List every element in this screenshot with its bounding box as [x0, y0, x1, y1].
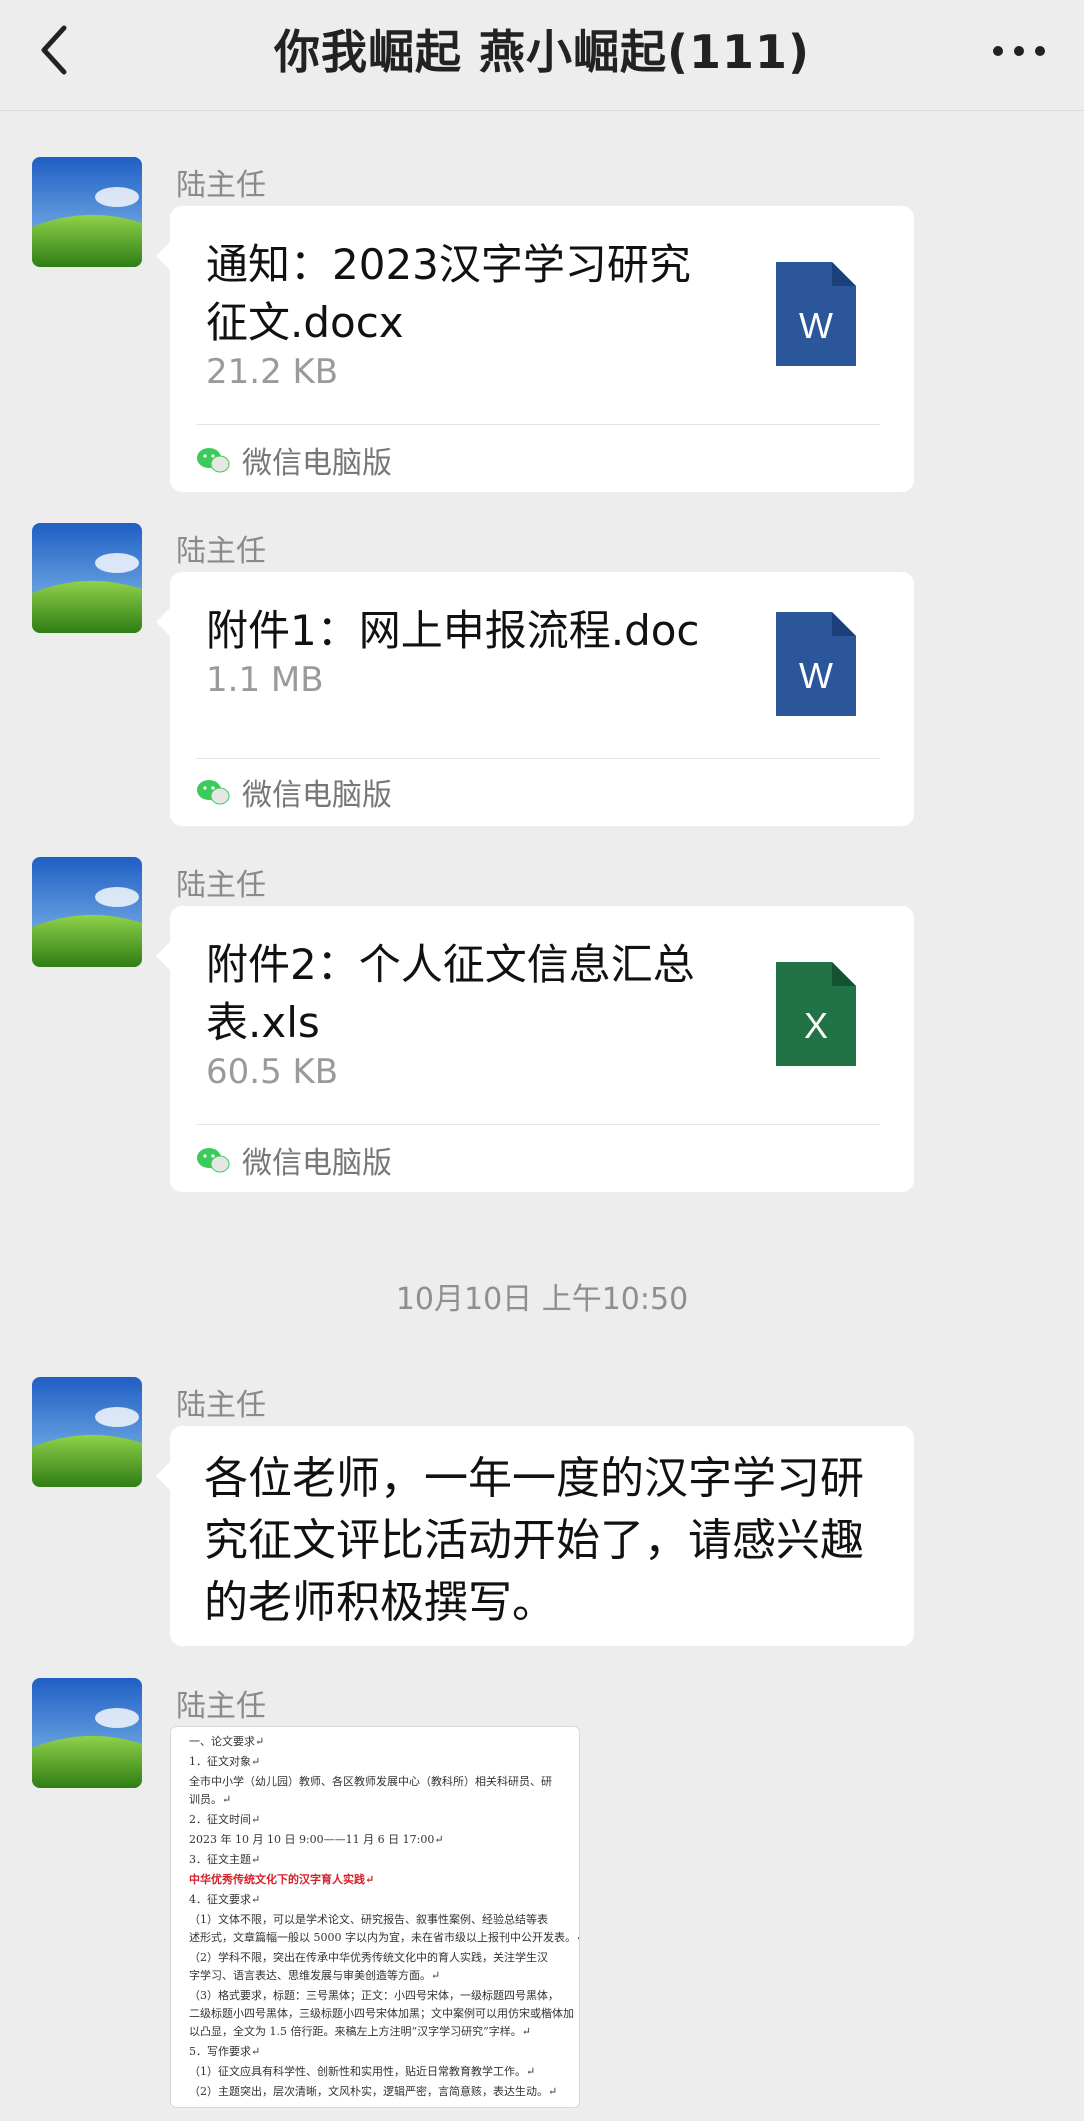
source-text: 微信电脑版 [242, 778, 392, 813]
doc-line: 2．征文时间↵ [189, 1813, 261, 1826]
file-size: 60.5 KB [206, 1052, 339, 1092]
doc-line: （2）学科不限，突出在传承中华优秀传统文化中的育人实践，关注学生汉 [189, 1951, 548, 1964]
doc-line: 2023 年 10 月 10 日 9:00——11 月 6 日 17:00↵ [189, 1833, 444, 1846]
word-icon: W [776, 262, 856, 366]
divider [196, 1124, 880, 1125]
word-icon-letter: W [799, 655, 833, 696]
doc-line: （3）格式要求，标题：三号黑体；正文：小四号宋体，一级标题四号黑体， [189, 1989, 559, 2002]
chat-timestamp: 10月10日 上午10:50 [395, 1282, 689, 1317]
doc-line: （1）文体不限，可以是学术论文、研究报告、叙事性案例、经验总结等表 [189, 1913, 548, 1926]
doc-line: 以凸显，全文为 1.5 倍行距。来稿左上方注明“汉字学习研究”字样。↵ [189, 2025, 531, 2038]
file-message[interactable]: 附件1：网上申报流程.doc 1.1 MB W 微信电脑版 [156, 572, 914, 826]
file-name: 附件1：网上申报流程.doc [206, 606, 700, 655]
source-text: 微信电脑版 [242, 1146, 392, 1181]
sender-name: 陆主任 [176, 168, 266, 203]
text-message[interactable]: 各位老师，一年一度的汉字学习研究征文评比活动开始了，请感兴趣的老师积极撰写。 [156, 1426, 914, 1646]
doc-line: （2）主题突出，层次清晰，文风朴实，逻辑严密，言简意赅，表达生动。↵ [189, 2085, 558, 2098]
file-name: 通知：2023汉字学习研究征文.docx [206, 240, 691, 347]
wechat-icon [197, 448, 230, 473]
doc-line: 4．征文要求↵ [189, 1893, 261, 1906]
doc-line: 字学习、语言表达、思维发展与审美创造等方面。↵ [189, 1969, 441, 1982]
source-label: 微信电脑版 [196, 1138, 392, 1182]
doc-line: 1．征文对象↵ [189, 1755, 261, 1768]
doc-line: 训员。↵ [189, 1793, 232, 1806]
wechat-icon [197, 1148, 230, 1173]
sender-name: 陆主任 [176, 868, 266, 903]
doc-line: （1）征文应具有科学性、创新性和实用性，贴近日常教育教学工作。↵ [189, 2065, 536, 2078]
doc-line: 述形式，文章篇幅一般以 5000 字以内为宜，未在省市级以上报刊中公开发表。↵ [189, 1931, 580, 1944]
message-text: 各位老师，一年一度的汉字学习研究征文评比活动开始了，请感兴趣的老师积极撰写。 [204, 1453, 864, 1628]
file-message[interactable]: 通知：2023汉字学习研究征文.docx 21.2 KB W 微信电脑版 [156, 206, 914, 492]
file-size: 21.2 KB [206, 352, 339, 392]
doc-line: 3．征文主题↵ [189, 1853, 261, 1866]
sender-avatar[interactable] [32, 157, 142, 267]
sender-avatar[interactable] [32, 523, 142, 633]
word-icon-letter: W [799, 305, 833, 346]
sender-name: 陆主任 [176, 534, 266, 569]
sender-avatar[interactable] [32, 1678, 142, 1788]
sender-name: 陆主任 [176, 1689, 266, 1724]
doc-line: 二级标题小四号黑体，三级标题小四号宋体加黑；文中案例可以用仿宋或楷体加 [189, 2007, 574, 2020]
more-options-button[interactable] [984, 26, 1054, 76]
doc-line: 全市中小学（幼儿园）教师、各区教师发展中心（教科所）相关科研员、研 [189, 1775, 552, 1788]
source-text: 微信电脑版 [242, 446, 392, 481]
excel-icon-letter: X [804, 1005, 828, 1046]
doc-line: 中华优秀传统文化下的汉字育人实践↵ [189, 1873, 375, 1886]
sender-name: 陆主任 [176, 1388, 266, 1423]
excel-icon: X [776, 962, 856, 1066]
source-label: 微信电脑版 [196, 770, 392, 814]
doc-line: 5．写作要求↵ [189, 2045, 261, 2058]
doc-line: 一、论文要求↵ [189, 1735, 265, 1748]
file-message[interactable]: 附件2：个人征文信息汇总表.xls 60.5 KB X 微信电脑版 [156, 906, 914, 1192]
wechat-icon [197, 780, 230, 805]
divider [196, 758, 880, 759]
source-label: 微信电脑版 [196, 438, 392, 482]
sender-avatar[interactable] [32, 857, 142, 967]
word-icon: W [776, 612, 856, 716]
divider [196, 424, 880, 425]
image-message[interactable]: 一、论文要求↵ 1．征文对象↵ 全市中小学（幼儿园）教师、各区教师发展中心（教科… [170, 1726, 580, 2108]
sender-avatar[interactable] [32, 1377, 142, 1487]
file-name: 附件2：个人征文信息汇总表.xls [206, 940, 695, 1047]
more-icon [993, 46, 1045, 56]
chat-title: 你我崛起 燕小崛起(111) [273, 25, 811, 79]
chat-header: 你我崛起 燕小崛起(111) [0, 0, 1084, 111]
file-size: 1.1 MB [206, 660, 324, 700]
